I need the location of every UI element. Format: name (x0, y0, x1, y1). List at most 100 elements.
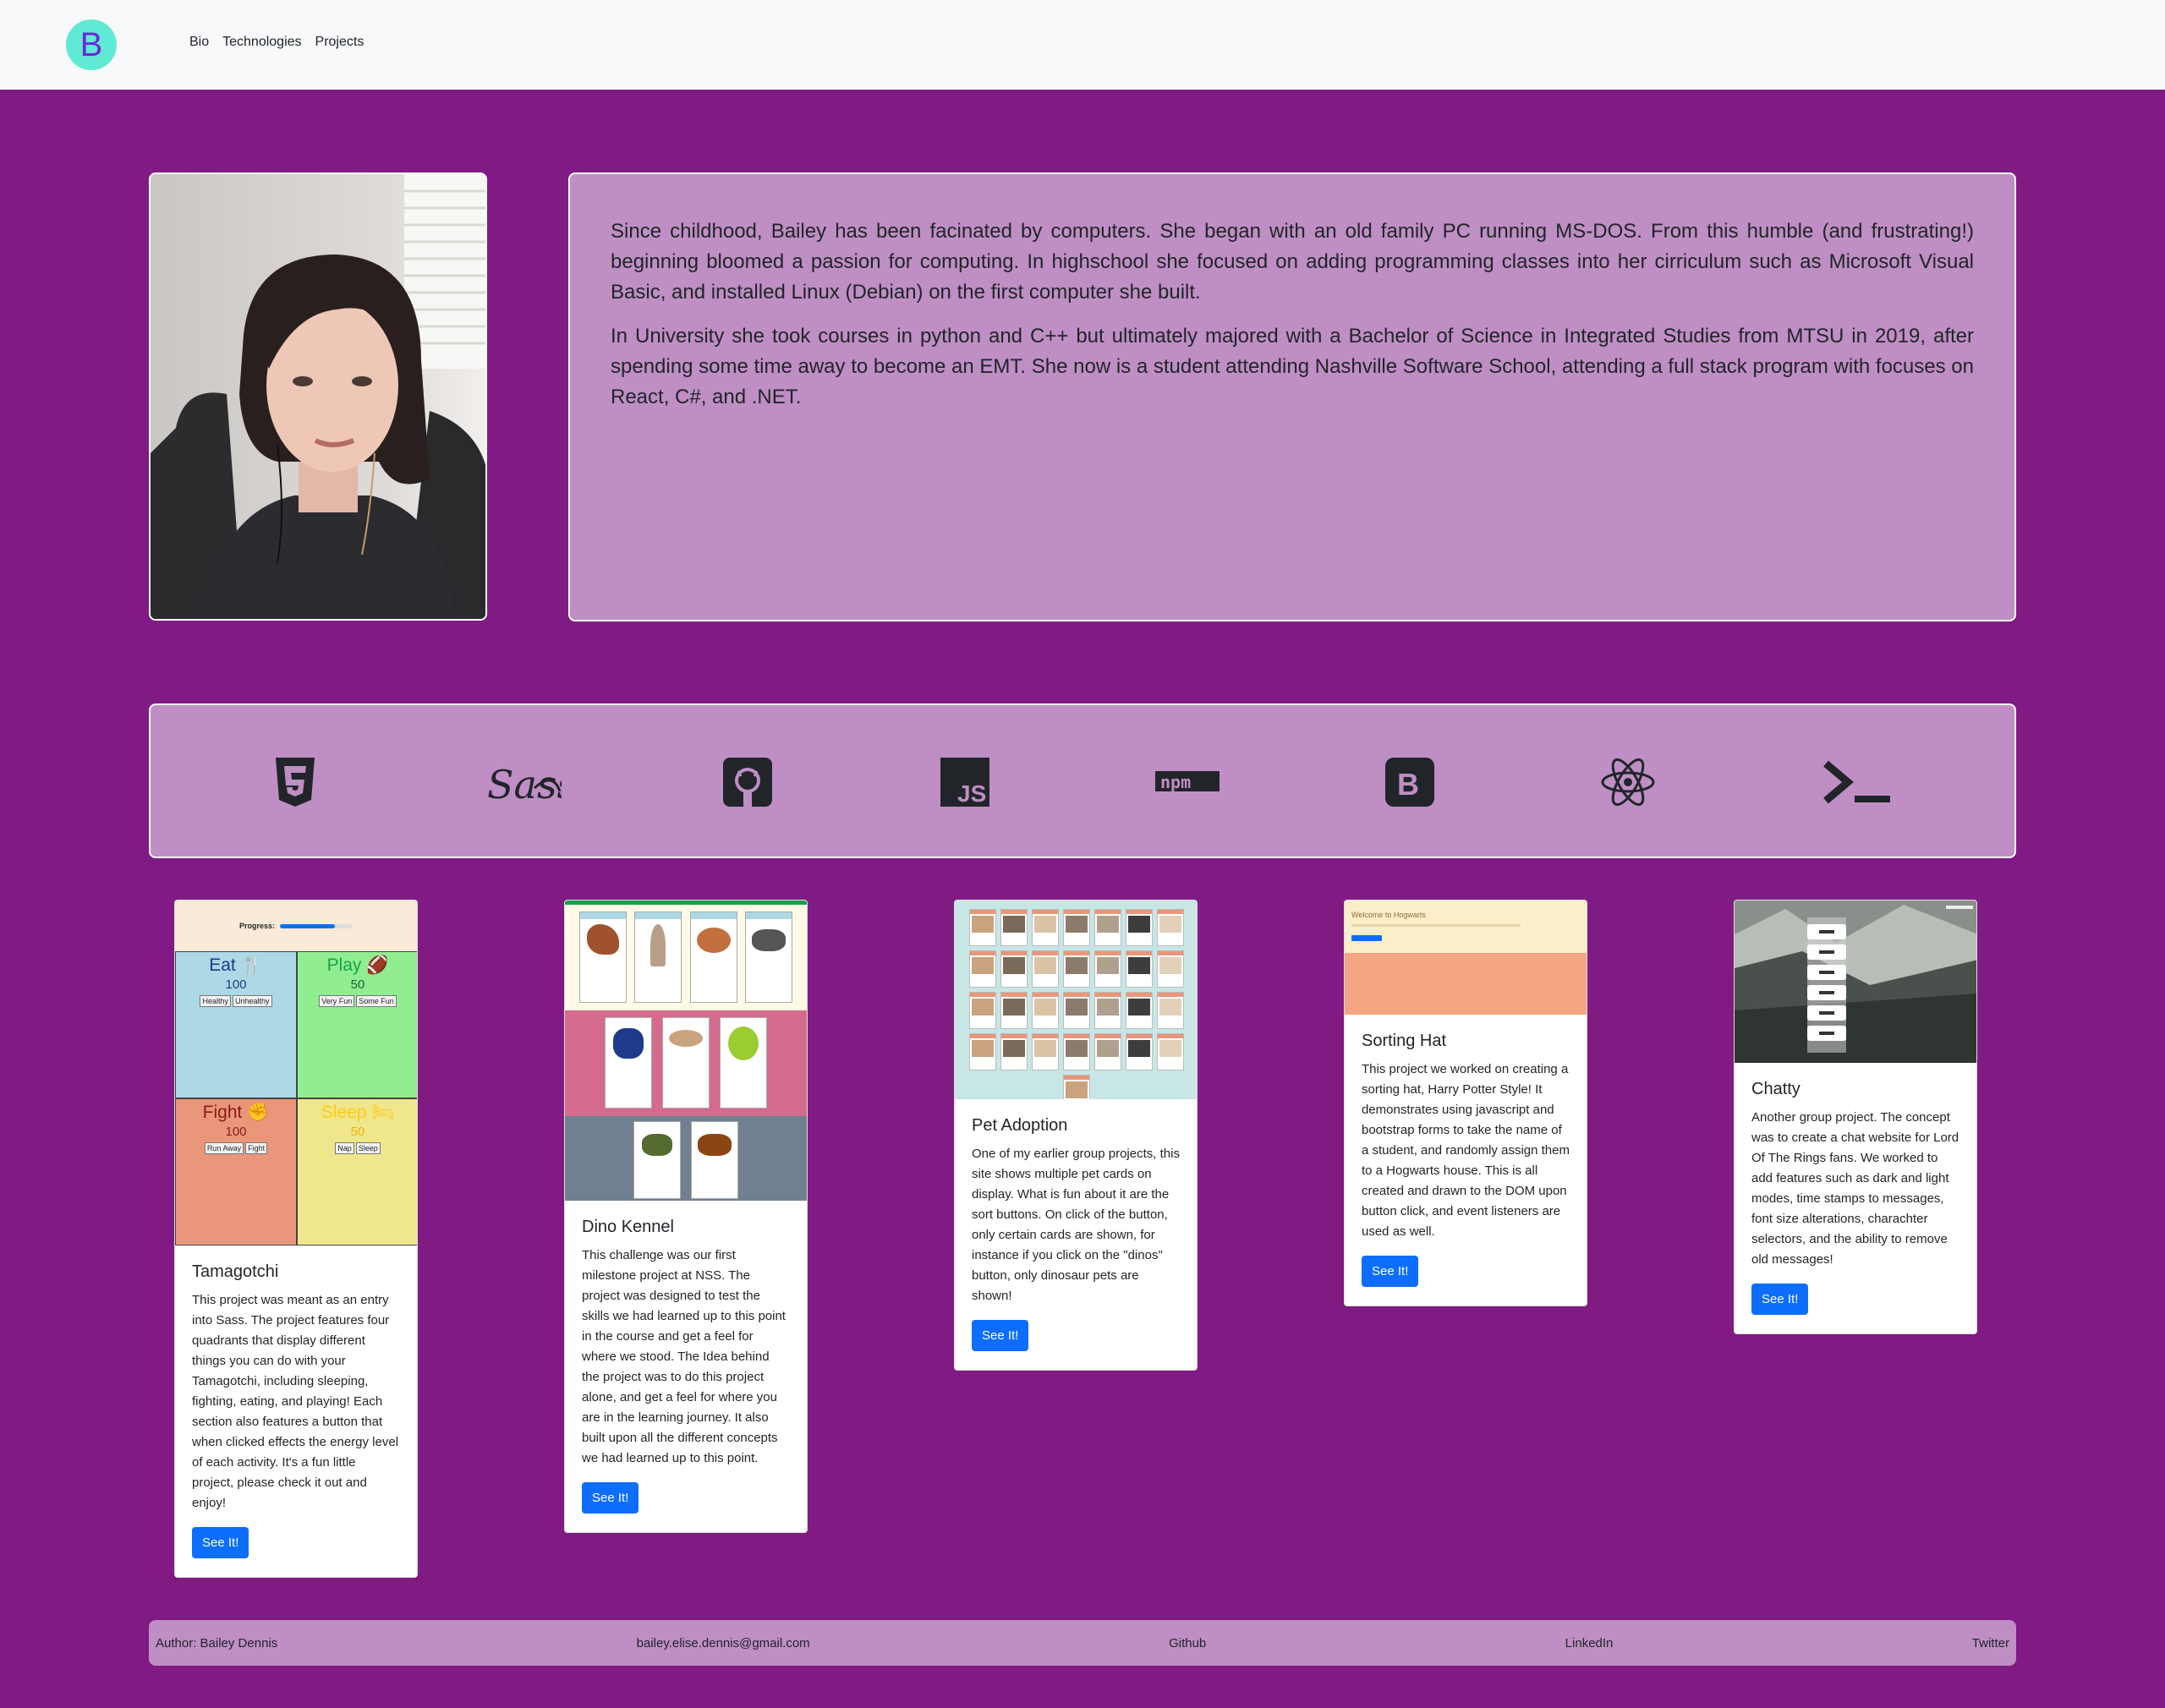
quadrant-eat: Eat 🍴 100 Healthy Unhealthy (175, 951, 297, 1098)
chatty-preview[interactable] (1735, 901, 1976, 1063)
see-it-button[interactable]: See It! (1362, 1256, 1419, 1287)
football-icon: 🏈 (366, 955, 389, 975)
bio-paragraph-2: In University she took courses in python… (611, 325, 1974, 408)
dino-kennel-preview[interactable] (565, 901, 807, 1201)
pet-thumbnail (1063, 1075, 1090, 1099)
svg-text:Sass: Sass (487, 762, 562, 807)
card-body: Tamagotchi This project was meant as an … (175, 1245, 417, 1577)
card-title: Dino Kennel (582, 1218, 674, 1236)
nav-links: Bio Technologies Projects (189, 35, 364, 50)
progress-bar-fill (280, 923, 335, 928)
react-icon (1598, 754, 1658, 810)
sorting-hat-preview[interactable]: Welcome to Hogwarts (1345, 901, 1587, 1015)
project-card-tamagotchi: Progress: Eat 🍴 100 Healthy Unhealthy Pl… (174, 900, 418, 1578)
very-fun-button[interactable]: Very Fun (319, 995, 355, 1007)
pet-thumbnail (969, 992, 996, 1029)
footer-github-link[interactable]: Github (1169, 1636, 1206, 1651)
nav-link-projects[interactable]: Projects (315, 35, 364, 50)
card-text: One of my earlier group projects, this s… (972, 1147, 1180, 1303)
quadrant-sleep-value: 50 (350, 1125, 365, 1139)
svg-text:JS: JS (957, 780, 986, 807)
nav-link-bio[interactable]: Bio (189, 35, 209, 50)
pet-thumbnail (969, 1033, 996, 1070)
bed-icon: 🛏 (371, 1103, 395, 1122)
pet-thumbnail (1000, 1033, 1028, 1070)
sass-icon: Sass (485, 754, 562, 810)
pet-thumbnail (1094, 950, 1121, 988)
brand-logo[interactable]: B (66, 19, 117, 70)
svg-text:npm: npm (1160, 772, 1191, 792)
quadrant-play: Play 🏈 50 Very Fun Some Fun (297, 951, 417, 1098)
pet-thumbnail (1157, 909, 1184, 946)
card-body: Sorting Hat This project we worked on cr… (1345, 1015, 1587, 1306)
footer-twitter-link[interactable]: Twitter (1972, 1636, 2009, 1651)
bootstrap-icon: B (1380, 754, 1439, 810)
html5-icon (266, 754, 325, 810)
terminal-icon (1821, 754, 1894, 810)
pet-thumbnail (969, 909, 996, 946)
pet-thumbnail (1063, 909, 1090, 946)
fight-button[interactable]: Fight (245, 1142, 268, 1154)
card-text: This project was meant as an entry into … (192, 1293, 399, 1510)
pet-thumbnail (1126, 909, 1153, 946)
footer-linkedin-link[interactable]: LinkedIn (1565, 1636, 1614, 1651)
card-text: This project we worked on creating a sor… (1362, 1062, 1570, 1239)
pet-thumbnail (1126, 1033, 1153, 1070)
bio-panel: Since childhood, Bailey has been facinat… (568, 172, 2016, 621)
pet-thumbnail (1126, 992, 1153, 1029)
javascript-icon: JS (935, 754, 995, 810)
run-away-button[interactable]: Run Away (204, 1142, 244, 1154)
card-body: Pet Adoption One of my earlier group pro… (955, 1099, 1197, 1370)
pet-adoption-preview[interactable] (955, 901, 1197, 1099)
pet-thumbnail (1126, 950, 1153, 988)
pet-thumbnail (1094, 1033, 1121, 1070)
pet-thumbnail (1032, 992, 1059, 1029)
card-body: Dino Kennel This challenge was our first… (565, 1201, 807, 1532)
github-icon (718, 754, 777, 810)
quadrant-sleep-label: Sleep (321, 1103, 367, 1122)
pet-thumbnail (1063, 992, 1090, 1029)
sleep-button[interactable]: Sleep (355, 1142, 381, 1154)
footer-author: Author: Bailey Dennis (156, 1635, 278, 1651)
quadrant-fight-label: Fight (202, 1103, 243, 1122)
pet-thumbnail (1094, 992, 1121, 1029)
quadrant-sleep: Sleep 🛏 50 Nap Sleep (297, 1098, 417, 1245)
quadrant-play-label: Play (326, 955, 362, 975)
pet-thumbnail (969, 950, 996, 988)
card-body: Chatty Another group project. The concep… (1735, 1063, 1976, 1333)
footer: Author: Bailey Dennis bailey.elise.denni… (149, 1620, 2016, 1666)
pet-thumbnail (1157, 992, 1184, 1029)
see-it-button[interactable]: See It! (582, 1482, 639, 1514)
see-it-button[interactable]: See It! (972, 1320, 1029, 1351)
navbar: B Bio Technologies Projects (0, 0, 2165, 90)
see-it-button[interactable]: See It! (1751, 1284, 1809, 1315)
nap-button[interactable]: Nap (335, 1142, 354, 1154)
card-title: Pet Adoption (972, 1116, 1068, 1135)
pet-thumbnail (1094, 909, 1121, 946)
technologies-panel: Sass JS npm B (149, 703, 2016, 858)
nav-link-technologies[interactable]: Technologies (222, 35, 301, 50)
unhealthy-button[interactable]: Unhealthy (232, 995, 272, 1007)
footer-email-link[interactable]: bailey.elise.dennis@gmail.com (637, 1636, 810, 1651)
pet-thumbnail (1063, 950, 1090, 988)
project-card-chatty: Chatty Another group project. The concep… (1734, 900, 1977, 1334)
project-card-sorting-hat: Welcome to Hogwarts Sorting Hat This pro… (1344, 900, 1587, 1306)
see-it-button[interactable]: See It! (192, 1527, 249, 1558)
tamagotchi-preview[interactable]: Progress: Eat 🍴 100 Healthy Unhealthy Pl… (175, 901, 417, 1245)
pet-thumbnail (1032, 909, 1059, 946)
card-text: Another group project. The concept was t… (1751, 1110, 1959, 1267)
progress-bar (280, 923, 354, 928)
healthy-button[interactable]: Healthy (200, 995, 231, 1007)
fist-icon: ✊ (247, 1103, 270, 1122)
some-fun-button[interactable]: Some Fun (356, 995, 397, 1007)
pet-thumbnail (1000, 909, 1028, 946)
quadrant-play-value: 50 (350, 977, 365, 992)
bio-paragraph-1: Since childhood, Bailey has been facinat… (611, 220, 1974, 304)
card-title: Tamagotchi (192, 1262, 279, 1281)
quadrant-eat-label: Eat (209, 955, 236, 975)
npm-icon: npm (1155, 754, 1220, 810)
quadrant-eat-value: 100 (225, 977, 247, 992)
card-title: Sorting Hat (1362, 1032, 1447, 1050)
pet-thumbnail (1157, 950, 1184, 988)
pet-thumbnail (1157, 1033, 1184, 1070)
